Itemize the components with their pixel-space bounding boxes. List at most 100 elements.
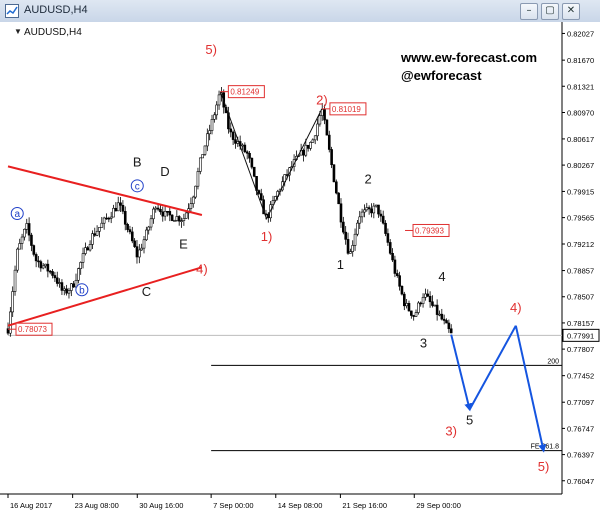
candle-body <box>175 216 179 221</box>
candle-body <box>46 263 50 272</box>
circled-wave-label: b <box>79 285 85 296</box>
candle-body <box>309 142 312 149</box>
candle-body <box>360 211 364 218</box>
candle-body <box>445 320 448 324</box>
candle-body <box>88 244 92 251</box>
candle-body <box>213 114 216 120</box>
candle-body <box>81 253 85 263</box>
price-axis-label: 0.79915 <box>567 187 594 196</box>
candle-body <box>381 215 385 224</box>
candle-body <box>23 228 26 238</box>
price-chart[interactable]: ▼ AUDUSD,H4 www.ew-forecast.com @ewforec… <box>0 22 600 520</box>
wave-label: 5 <box>466 412 473 427</box>
candle-body <box>189 203 193 209</box>
candle-body <box>215 104 219 116</box>
candle-body <box>39 261 43 269</box>
wave-label: B <box>133 154 142 169</box>
candle-body <box>44 263 47 267</box>
candle-body <box>30 234 33 246</box>
candle-body <box>346 239 350 254</box>
candle-body <box>433 304 437 307</box>
candle-body <box>241 144 244 147</box>
candle-body <box>9 311 12 334</box>
candle-body <box>154 207 158 210</box>
candle-body <box>313 135 317 141</box>
candle-body <box>217 94 221 106</box>
candle-body <box>32 245 36 255</box>
candle-body <box>184 212 188 219</box>
candle-body <box>152 208 155 220</box>
candle-body <box>173 220 176 222</box>
wave-label: 4) <box>196 261 208 276</box>
candle-body <box>410 310 413 316</box>
candle-body <box>109 216 113 219</box>
candle-body <box>86 247 90 251</box>
candle-body <box>370 208 373 214</box>
circled-wave-label: c <box>135 181 140 192</box>
candle-body <box>323 109 326 121</box>
candle-body <box>130 231 134 242</box>
price-axis-label: 0.80970 <box>567 109 594 118</box>
chart-background <box>0 22 600 520</box>
price-axis-label: 0.77452 <box>567 372 594 381</box>
candle-body <box>65 288 68 294</box>
candle-body <box>349 251 352 254</box>
candle-body <box>358 216 362 224</box>
close-button[interactable]: ✕ <box>562 3 580 20</box>
candle-body <box>41 265 45 269</box>
candle-body <box>11 291 14 313</box>
wave-label: D <box>160 164 169 179</box>
candle-body <box>438 313 441 316</box>
restore-button[interactable]: ▢ <box>541 3 559 20</box>
candle-body <box>93 233 97 236</box>
window-title: AUDUSD,H4 <box>24 4 88 16</box>
chart-window: AUDUSD,H4 – ▢ ✕ ▼ AUDUSD,H4 www.ew-forec… <box>0 0 600 520</box>
wave-label: E <box>179 237 188 252</box>
candle-body <box>166 210 169 213</box>
candle-body <box>342 221 345 233</box>
candle-body <box>135 246 139 258</box>
candle-body <box>133 240 136 247</box>
candle-body <box>163 210 167 217</box>
candle-body <box>114 207 118 212</box>
candle-body <box>365 207 369 211</box>
candle-body <box>250 157 254 168</box>
candle-body <box>367 207 371 210</box>
price-axis-label: 0.80267 <box>567 161 594 170</box>
candle-body <box>403 293 406 307</box>
candle-body <box>116 202 120 212</box>
candle-body <box>421 296 425 304</box>
candle-body <box>442 318 446 321</box>
candle-body <box>400 285 404 295</box>
price-axis-label: 0.81670 <box>567 56 594 65</box>
candle-body <box>138 249 141 258</box>
candle-body <box>353 233 357 246</box>
wave-label: 2) <box>316 92 328 107</box>
candle-body <box>414 312 418 317</box>
price-axis-label: 0.78507 <box>567 293 594 302</box>
candle-body <box>142 239 146 249</box>
candle-body <box>196 171 200 187</box>
candle-body <box>170 214 174 221</box>
candle-body <box>34 254 38 262</box>
chart-dropdown-icon[interactable]: ▼ <box>14 27 22 36</box>
candle-body <box>311 139 315 143</box>
candle-body <box>428 295 432 303</box>
minimize-button[interactable]: – <box>520 3 538 20</box>
window-titlebar[interactable]: AUDUSD,H4 – ▢ ✕ <box>0 0 600 23</box>
candle-body <box>285 174 289 176</box>
candle-body <box>177 216 181 222</box>
candle-body <box>398 275 401 287</box>
candle-body <box>79 262 82 269</box>
candle-body <box>332 164 336 183</box>
candle-body <box>252 166 256 177</box>
candle-body <box>62 288 66 291</box>
candle-body <box>426 293 430 297</box>
candle-body <box>203 145 207 155</box>
candle-body <box>198 157 202 172</box>
candle-body <box>339 203 343 223</box>
candle-body <box>58 282 61 284</box>
candle-body <box>245 151 249 154</box>
price-flag-label: 0.81019 <box>332 105 361 114</box>
candle-body <box>159 208 162 213</box>
